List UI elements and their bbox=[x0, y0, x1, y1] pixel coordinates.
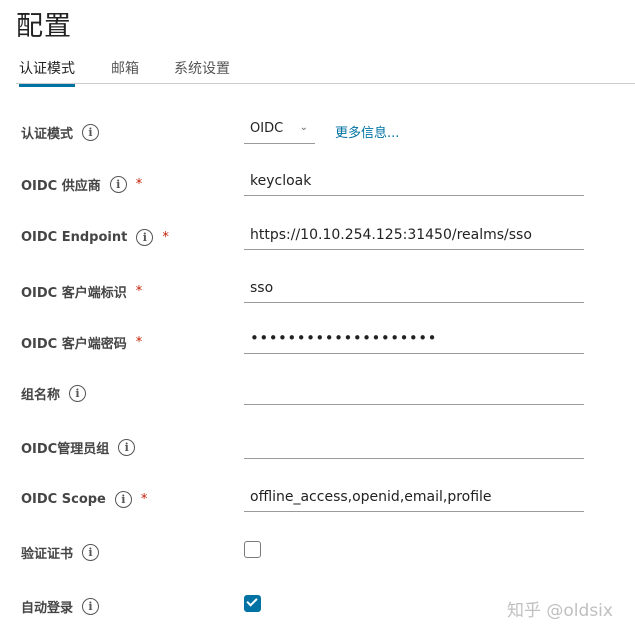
chevron-down-icon: ⌄ bbox=[299, 122, 308, 133]
provider-input[interactable]: keycloak bbox=[244, 168, 584, 196]
admin-group-row: OIDC管理员组 i bbox=[21, 431, 621, 461]
provider-row: OIDC 供应商 i * keycloak bbox=[21, 168, 621, 198]
client-secret-row: OIDC 客户端密码 * •••••••••••••••••••• bbox=[21, 326, 621, 356]
tab-auth-mode[interactable]: 认证模式 bbox=[19, 58, 75, 87]
watermark: 知乎 @oldsix bbox=[507, 601, 613, 621]
required-asterisk: * bbox=[140, 492, 148, 507]
auth-mode-select[interactable]: OIDC ⌄ bbox=[244, 116, 315, 144]
admin-group-label: OIDC管理员组 bbox=[21, 442, 110, 457]
auth-mode-row: 认证模式 i OIDC ⌄ 更多信息... bbox=[21, 116, 621, 146]
client-id-label: OIDC 客户端标识 bbox=[21, 286, 127, 301]
tab-bar: 认证模式 邮箱 系统设置 bbox=[16, 50, 635, 87]
endpoint-label: OIDC Endpoint bbox=[21, 230, 128, 245]
client-secret-input[interactable]: •••••••••••••••••••• bbox=[244, 326, 584, 354]
auth-mode-value: OIDC bbox=[250, 121, 284, 136]
required-asterisk: * bbox=[135, 177, 143, 192]
admin-group-input[interactable] bbox=[244, 431, 584, 459]
info-icon[interactable]: i bbox=[136, 229, 154, 246]
verify-cert-row: 验证证书 i bbox=[21, 540, 621, 570]
verify-cert-checkbox[interactable] bbox=[244, 541, 261, 558]
group-name-input[interactable] bbox=[244, 377, 584, 405]
auth-mode-label: 认证模式 bbox=[21, 127, 74, 142]
required-asterisk: * bbox=[162, 230, 169, 245]
group-name-row: 组名称 i bbox=[21, 377, 621, 407]
page-title: 配置 bbox=[16, 11, 72, 42]
info-icon[interactable]: i bbox=[69, 385, 87, 402]
client-secret-label: OIDC 客户端密码 bbox=[21, 337, 127, 352]
scope-input[interactable]: offline_access,openid,email,profile bbox=[244, 484, 584, 512]
provider-label: OIDC 供应商 bbox=[21, 179, 101, 194]
group-name-label: 组名称 bbox=[21, 388, 61, 403]
required-asterisk: * bbox=[135, 335, 143, 350]
more-info-link[interactable]: 更多信息... bbox=[335, 122, 399, 141]
client-id-row: OIDC 客户端标识 * sso bbox=[21, 275, 621, 305]
info-icon[interactable]: i bbox=[82, 124, 100, 141]
auto-login-label: 自动登录 bbox=[21, 601, 74, 616]
endpoint-input[interactable]: https://10.10.254.125:31450/realms/sso bbox=[244, 222, 584, 250]
required-asterisk: * bbox=[135, 284, 143, 299]
scope-label: OIDC Scope bbox=[21, 492, 106, 507]
info-icon[interactable]: i bbox=[82, 598, 100, 615]
tab-system-settings[interactable]: 系统设置 bbox=[174, 58, 230, 86]
info-icon[interactable]: i bbox=[118, 439, 136, 456]
tab-email[interactable]: 邮箱 bbox=[111, 58, 139, 86]
check-icon bbox=[246, 595, 258, 607]
verify-cert-label: 验证证书 bbox=[21, 547, 74, 562]
scope-row: OIDC Scope i * offline_access,openid,ema… bbox=[21, 484, 621, 514]
endpoint-row: OIDC Endpoint i * https://10.10.254.125:… bbox=[21, 222, 621, 252]
info-icon[interactable]: i bbox=[109, 176, 127, 193]
client-id-input[interactable]: sso bbox=[244, 275, 584, 303]
info-icon[interactable]: i bbox=[114, 491, 132, 508]
info-icon[interactable]: i bbox=[82, 544, 100, 561]
auto-login-checkbox[interactable] bbox=[244, 595, 261, 612]
